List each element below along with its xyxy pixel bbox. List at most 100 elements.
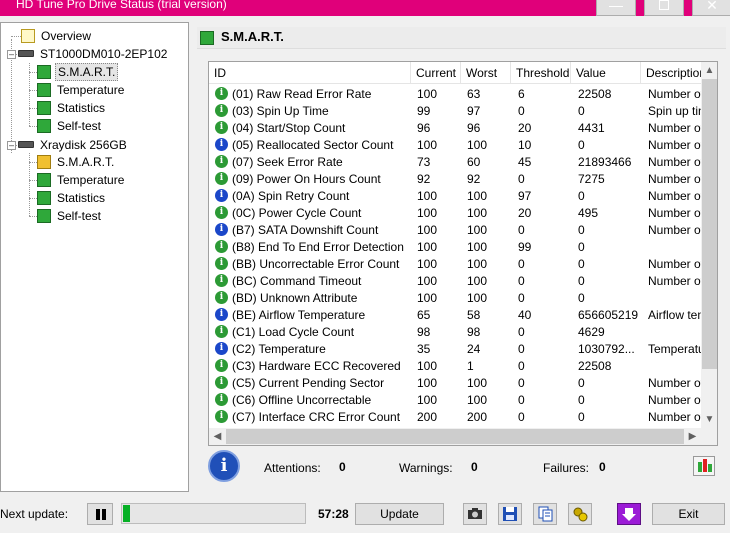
close-button[interactable]: ✕ bbox=[692, 0, 730, 16]
current-cell: 92 bbox=[417, 172, 431, 186]
table-row[interactable]: i (C6) Offline Uncorrectable 100 100 0 0 Numbe… bbox=[209, 392, 701, 409]
current-cell: 98 bbox=[417, 325, 431, 339]
table-row[interactable]: i (C2) Temperature 35 24 0 1030792... Temperat… bbox=[209, 341, 701, 358]
green-info-icon: i bbox=[215, 393, 228, 407]
tree-item-drive-2-smart[interactable]: S.M.A.R.T. bbox=[37, 153, 116, 171]
green-info-icon: i bbox=[215, 257, 228, 271]
current-cell: 200 bbox=[417, 410, 438, 424]
current-cell: 100 bbox=[417, 138, 438, 152]
description-cell: Airflow temp bbox=[648, 308, 701, 322]
copy-icon bbox=[538, 506, 553, 522]
column-header-worst[interactable]: Worst bbox=[461, 62, 511, 84]
green-info-icon: i bbox=[215, 240, 228, 254]
threshold-cell: 0 bbox=[518, 257, 525, 271]
scroll-down-icon[interactable]: ▼ bbox=[701, 411, 717, 428]
threshold-cell: 0 bbox=[518, 104, 525, 118]
table-row[interactable]: i (C1) Load Cycle Count 98 98 0 4629 bbox=[209, 324, 701, 341]
table-row[interactable]: i (01) Raw Read Error Rate 100 63 6 22508 Numb… bbox=[209, 86, 701, 103]
column-header-description[interactable]: Description bbox=[641, 62, 701, 84]
table-header: ID Current Worst Threshold Value Descrip… bbox=[209, 62, 701, 84]
maximize-button[interactable] bbox=[644, 0, 684, 16]
threshold-cell: 0 bbox=[518, 410, 525, 424]
copy-button[interactable] bbox=[533, 503, 557, 525]
failures-count: 0 bbox=[599, 460, 606, 474]
attribute-name: (C3) Hardware ECC Recovered bbox=[232, 359, 401, 373]
table-row[interactable]: i (05) Reallocated Sector Count 100 100 10 0 N… bbox=[209, 137, 701, 154]
table-row[interactable]: i (0A) Spin Retry Count 100 100 97 0 Number of bbox=[209, 188, 701, 205]
scroll-up-icon[interactable]: ▲ bbox=[701, 62, 717, 79]
tree-item-drive-1-statistics[interactable]: Statistics bbox=[37, 99, 107, 117]
settings-icon bbox=[573, 507, 588, 522]
green-info-icon: i bbox=[215, 104, 228, 118]
scroll-thumb[interactable] bbox=[702, 79, 717, 369]
table-row[interactable]: i (BD) Unknown Attribute 100 100 0 0 bbox=[209, 290, 701, 307]
table-row[interactable]: i (BB) Uncorrectable Error Count 100 100 0 0 N… bbox=[209, 256, 701, 273]
table-row[interactable]: i (C5) Current Pending Sector 100 100 0 0 Numb… bbox=[209, 375, 701, 392]
column-header-current[interactable]: Current bbox=[411, 62, 461, 84]
horizontal-scrollbar[interactable]: ◀ ▶ bbox=[209, 428, 701, 445]
tree-item-drive-1-temperature[interactable]: Temperature bbox=[37, 81, 126, 99]
table-row[interactable]: i (C7) Interface CRC Error Count 200 200 0 0 N… bbox=[209, 409, 701, 426]
current-cell: 100 bbox=[417, 87, 438, 101]
tree-item-drive-2[interactable]: Xraydisk 256GB bbox=[18, 136, 129, 154]
table-row[interactable]: i (C3) Hardware ECC Recovered 100 1 0 22508 bbox=[209, 358, 701, 375]
pause-button[interactable] bbox=[87, 503, 113, 525]
collapse-toggle[interactable]: – bbox=[7, 141, 16, 150]
attribute-id-cell: i (09) Power On Hours Count bbox=[215, 171, 411, 188]
value-cell: 656605219 bbox=[578, 308, 639, 322]
worst-cell: 63 bbox=[467, 87, 481, 101]
table-row[interactable]: i (BC) Command Timeout 100 100 0 0 Number of bbox=[209, 273, 701, 290]
table-row[interactable]: i (07) Seek Error Rate 73 60 45 21893466 Numbe… bbox=[209, 154, 701, 171]
table-row[interactable]: i (03) Spin Up Time 99 97 0 0 Spin up tim bbox=[209, 103, 701, 120]
threshold-cell: 97 bbox=[518, 189, 532, 203]
chart-button[interactable] bbox=[693, 456, 715, 476]
minimize-button[interactable]: — bbox=[596, 0, 636, 16]
exit-button[interactable]: Exit bbox=[652, 503, 725, 525]
tree-item-drive-2-temperature[interactable]: Temperature bbox=[37, 171, 126, 189]
table-row[interactable]: i (BE) Airflow Temperature 65 58 40 656605219… bbox=[209, 307, 701, 324]
current-cell: 100 bbox=[417, 274, 438, 288]
value-cell: 0 bbox=[578, 189, 585, 203]
attribute-id-cell: i (04) Start/Stop Count bbox=[215, 120, 411, 137]
tree-item-drive-1[interactable]: ST1000DM010-2EP102 bbox=[18, 45, 169, 63]
attribute-name: (BD) Unknown Attribute bbox=[232, 291, 358, 305]
drive-tree[interactable]: Overview – ST1000DM010-2EP102 S.M.A.R.T.… bbox=[0, 22, 189, 492]
column-header-value[interactable]: Value bbox=[571, 62, 641, 84]
value-cell: 0 bbox=[578, 223, 585, 237]
scroll-right-icon[interactable]: ▶ bbox=[684, 428, 701, 445]
update-progress-bar bbox=[121, 503, 306, 524]
tree-item-overview[interactable]: Overview bbox=[21, 27, 93, 45]
screenshot-button[interactable] bbox=[463, 503, 487, 525]
threshold-cell: 45 bbox=[518, 155, 532, 169]
attribute-id-cell: i (03) Spin Up Time bbox=[215, 103, 411, 120]
scroll-thumb[interactable] bbox=[226, 429, 684, 444]
attribute-id-cell: i (B7) SATA Downshift Count bbox=[215, 222, 411, 239]
minimize-to-tray-button[interactable] bbox=[617, 503, 641, 525]
table-row[interactable]: i (B7) SATA Downshift Count 100 100 0 0 Number… bbox=[209, 222, 701, 239]
arrow-down-icon bbox=[622, 508, 636, 521]
tree-item-drive-2-selftest[interactable]: Self-test bbox=[37, 207, 103, 225]
smart-table[interactable]: ID Current Worst Threshold Value Descrip… bbox=[208, 61, 718, 446]
tree-item-drive-1-selftest[interactable]: Self-test bbox=[37, 117, 103, 135]
vertical-scrollbar[interactable]: ▲ ▼ bbox=[701, 62, 717, 428]
tree-item-drive-1-smart[interactable]: S.M.A.R.T. bbox=[37, 63, 119, 81]
tree-item-drive-2-statistics[interactable]: Statistics bbox=[37, 189, 107, 207]
update-button[interactable]: Update bbox=[355, 503, 444, 525]
table-row[interactable]: i (0C) Power Cycle Count 100 100 20 495 Number… bbox=[209, 205, 701, 222]
table-row[interactable]: i (09) Power On Hours Count 92 92 0 7275 Numbe… bbox=[209, 171, 701, 188]
scroll-left-icon[interactable]: ◀ bbox=[209, 428, 226, 445]
value-cell: 0 bbox=[578, 376, 585, 390]
column-header-threshold[interactable]: Threshold bbox=[511, 62, 571, 84]
smart-icon bbox=[37, 64, 51, 79]
table-row[interactable]: i (B8) End To End Error Detection 100 100 99… bbox=[209, 239, 701, 256]
attribute-name: (0A) Spin Retry Count bbox=[232, 189, 350, 203]
worst-cell: 60 bbox=[467, 155, 481, 169]
table-row[interactable]: i (04) Start/Stop Count 96 96 20 4431 Number o… bbox=[209, 120, 701, 137]
attribute-id-cell: i (BE) Airflow Temperature bbox=[215, 307, 411, 324]
save-button[interactable] bbox=[498, 503, 522, 525]
collapse-toggle[interactable]: – bbox=[7, 50, 16, 59]
current-cell: 100 bbox=[417, 359, 438, 373]
value-cell: 0 bbox=[578, 393, 585, 407]
options-button[interactable] bbox=[568, 503, 592, 525]
column-header-id[interactable]: ID bbox=[209, 62, 411, 84]
